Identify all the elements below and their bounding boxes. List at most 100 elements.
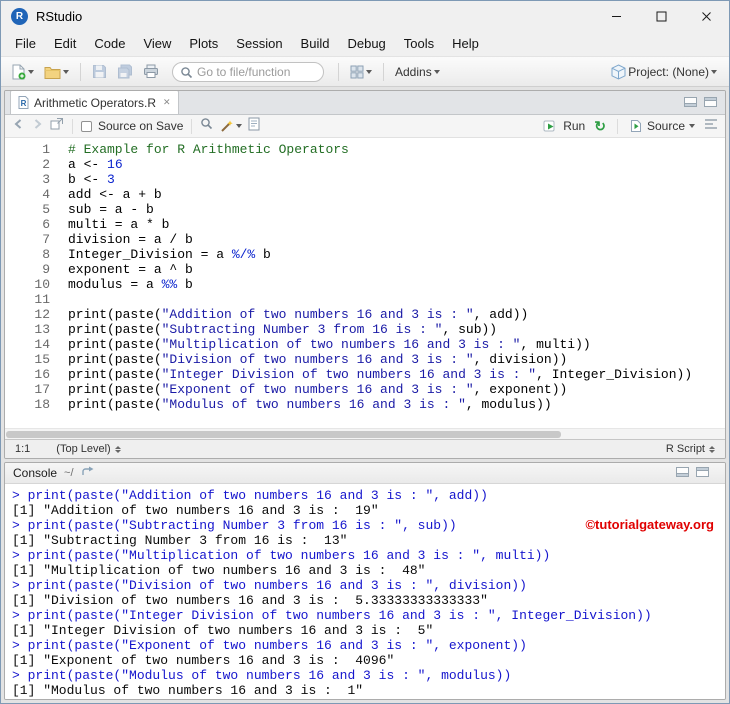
open-folder-icon [44, 66, 61, 79]
toolbar-separator [338, 62, 339, 81]
line-number: 13 [34, 322, 50, 337]
code-tools-button[interactable] [219, 119, 243, 133]
menu-item-session[interactable]: Session [227, 33, 291, 54]
titlebar: R RStudio [1, 1, 729, 31]
console-output-area[interactable]: > print(paste("Addition of two numbers 1… [5, 484, 725, 699]
toolbar-separator [72, 118, 73, 134]
addins-button[interactable]: Addins [392, 63, 443, 81]
grid-icon [350, 65, 364, 78]
editor-tabbar: R Arithmetic Operators.R ✕ [5, 91, 725, 115]
code-line[interactable]: print(paste("Division of two numbers 16 … [68, 352, 692, 367]
back-arrow-icon [14, 119, 22, 129]
code-line[interactable]: print(paste("Subtracting Number 3 from 1… [68, 322, 692, 337]
print-icon [144, 64, 158, 78]
code-editor[interactable]: 1 2 3 4 5 6 7 8 9 10 11 12 13 14 15 16 17 18 # Example fo… [5, 138, 725, 428]
project-button[interactable]: Project: (None) [608, 62, 720, 82]
save-button[interactable] [89, 62, 110, 81]
compile-report-button[interactable] [248, 117, 260, 136]
code-line[interactable]: add <- a + b [68, 187, 692, 202]
console-output-line: [1] "Addition of two numbers 16 and 3 is… [12, 503, 379, 518]
minimize-pane-button[interactable] [684, 94, 697, 112]
code-line[interactable]: modulus = a %% b [68, 277, 692, 292]
line-number: 5 [42, 202, 50, 217]
rerun-button[interactable]: ↻ [594, 119, 606, 133]
open-file-button[interactable] [41, 63, 72, 81]
filetype-selector[interactable]: R Script [666, 443, 715, 455]
line-number: 18 [34, 397, 50, 412]
code-line[interactable]: print(paste("Multiplication of two numbe… [68, 337, 692, 352]
run-button[interactable]: Run [543, 119, 585, 133]
maximize-button[interactable] [639, 1, 684, 31]
forward-button[interactable] [31, 117, 44, 135]
line-number: 15 [34, 352, 50, 367]
source-on-save-checkbox[interactable] [81, 120, 92, 132]
code-line[interactable]: Integer_Division = a %/% b [68, 247, 692, 262]
new-file-button[interactable] [8, 62, 37, 82]
code-line[interactable]: print(paste("Modulus of two numbers 16 a… [68, 397, 692, 412]
code-line[interactable]: b <- 3 [68, 172, 692, 187]
menu-item-help[interactable]: Help [443, 33, 488, 54]
tab-label: Arithmetic Operators.R [34, 95, 157, 110]
menu-item-code[interactable]: Code [85, 33, 134, 54]
menu-item-build[interactable]: Build [292, 33, 339, 54]
code-line[interactable]: exponent = a ^ b [68, 262, 692, 277]
maximize-pane-icon [696, 467, 709, 477]
line-number: 8 [42, 247, 50, 262]
menu-item-view[interactable]: View [134, 33, 180, 54]
scrollbar-thumb[interactable] [6, 431, 561, 438]
editor-toolbar: Source on Save Run ↻ Source [5, 115, 725, 138]
back-button[interactable] [12, 117, 25, 135]
menu-item-edit[interactable]: Edit [45, 33, 85, 54]
tab-arithmetic-operators[interactable]: R Arithmetic Operators.R ✕ [10, 91, 179, 114]
show-in-new-window-button[interactable] [50, 117, 64, 135]
code-line[interactable]: # Example for R Arithmetic Operators [68, 142, 692, 157]
code-line[interactable]: print(paste("Integer Division of two num… [68, 367, 692, 382]
minimize-button[interactable] [594, 1, 639, 31]
line-number-gutter: 1 2 3 4 5 6 7 8 9 10 11 12 13 14 15 16 17 18 [5, 142, 50, 428]
code-line[interactable] [68, 292, 692, 307]
save-all-button[interactable] [114, 62, 136, 81]
menu-item-tools[interactable]: Tools [395, 33, 443, 54]
code-line[interactable]: print(paste("Addition of two numbers 16 … [68, 307, 692, 322]
console-header: Console ~/ [5, 463, 725, 484]
minimize-pane-icon [684, 96, 697, 107]
code-line[interactable]: sub = a - b [68, 202, 692, 217]
chevron-down-icon [711, 69, 717, 74]
pane-layout-button[interactable] [347, 63, 375, 81]
document-outline-button[interactable] [704, 117, 718, 135]
find-replace-button[interactable] [200, 117, 213, 135]
close-button[interactable] [684, 1, 729, 31]
working-directory-path: ~/ [64, 467, 74, 479]
rstudio-logo-icon: R [11, 7, 28, 25]
code-line[interactable]: print(paste("Exponent of two numbers 16 … [68, 382, 692, 397]
scope-label: (Top Level) [56, 443, 111, 455]
goto-file-search [172, 61, 324, 82]
scope-selector[interactable]: (Top Level) [56, 443, 121, 455]
source-button[interactable]: Source [629, 119, 695, 133]
project-cube-icon [611, 63, 626, 80]
print-button[interactable] [140, 62, 162, 81]
chevron-down-icon [63, 69, 69, 74]
maximize-pane-button[interactable] [704, 94, 717, 112]
chevron-down-icon [689, 124, 695, 128]
code-line[interactable]: multi = a * b [68, 217, 692, 232]
tab-close-icon[interactable]: ✕ [163, 98, 171, 107]
console-input-line: > print(paste("Addition of two numbers 1… [12, 488, 488, 503]
goto-directory-button[interactable] [81, 464, 94, 482]
line-number: 6 [42, 217, 50, 232]
console-tab-label[interactable]: Console [13, 466, 57, 480]
code-line[interactable]: a <- 16 [68, 157, 692, 172]
menu-item-plots[interactable]: Plots [180, 33, 227, 54]
minimize-pane-button[interactable] [676, 464, 689, 482]
maximize-pane-button[interactable] [696, 464, 709, 482]
editor-statusbar: 1:1 (Top Level) R Script [5, 439, 725, 458]
menu-item-debug[interactable]: Debug [338, 33, 394, 54]
code-line[interactable]: division = a / b [68, 232, 692, 247]
close-icon [702, 11, 711, 21]
goto-directory-icon [81, 466, 94, 475]
minimize-pane-icon [676, 467, 689, 477]
menu-item-file[interactable]: File [6, 33, 45, 54]
forward-arrow-icon [34, 119, 42, 129]
goto-file-input[interactable] [172, 61, 324, 82]
horizontal-scrollbar[interactable] [5, 428, 725, 439]
